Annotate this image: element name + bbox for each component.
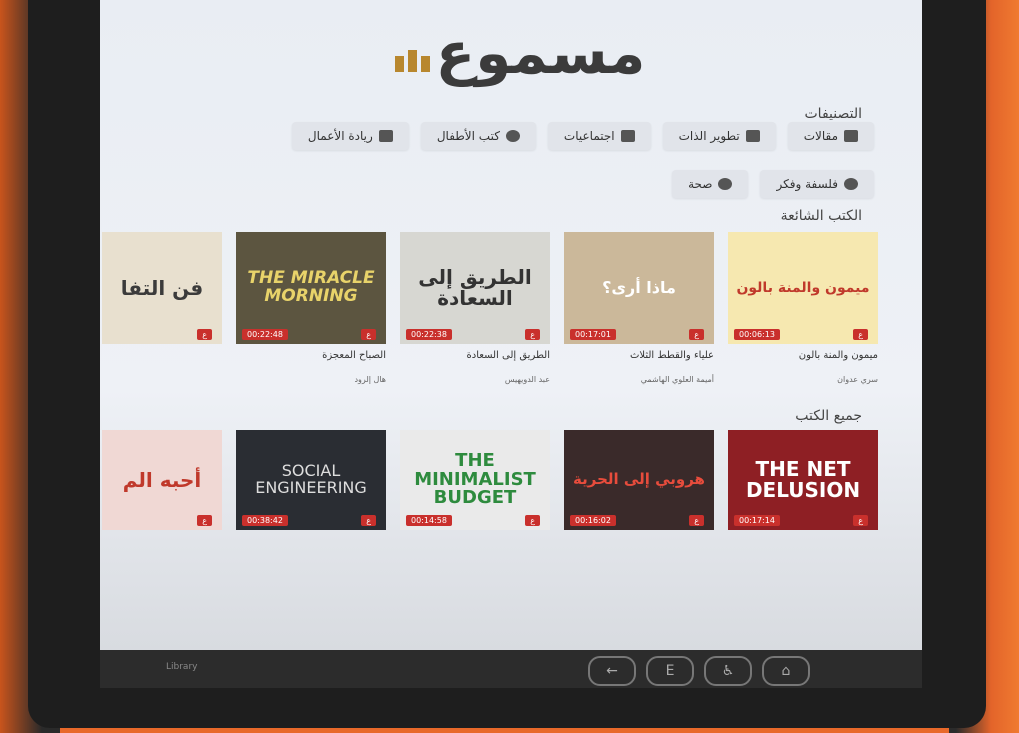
- book-card[interactable]: ماذا أرى؟ 00:17:01 ع علياء والقطط الثلاث…: [564, 232, 714, 384]
- book-cover[interactable]: SOCIAL ENGINEERING 00:38:42 ع: [236, 430, 386, 530]
- lang-badge: ع: [689, 515, 704, 526]
- book-card[interactable]: THE MINIMALIST BUDGET 00:14:58 ع: [400, 430, 550, 530]
- category-children[interactable]: كتب الأطفال: [420, 122, 536, 150]
- categories-title: التصنيفات: [804, 106, 863, 122]
- book-cover[interactable]: THE MINIMALIST BUDGET 00:14:58 ع: [400, 430, 550, 530]
- lang-badge: ع: [361, 329, 376, 340]
- category-philosophy[interactable]: فلسفة وفكر: [760, 170, 874, 198]
- popular-books-row: ميمون والمنة بالون 00:06:13 ع ميمون والم…: [102, 232, 878, 384]
- lang-badge: ع: [197, 515, 212, 526]
- duration-badge: 00:38:42: [242, 515, 288, 526]
- lang-badge: ع: [525, 329, 540, 340]
- duration-badge: 00:14:58: [406, 515, 452, 526]
- duration-badge: 00:17:01: [570, 329, 616, 340]
- book-card[interactable]: أحبه الم ع: [102, 430, 222, 530]
- category-articles[interactable]: مقالات: [787, 122, 874, 150]
- duration-badge: 00:22:38: [406, 329, 452, 340]
- duration-badge: 00:22:48: [242, 329, 288, 340]
- book-card[interactable]: هروبي إلى الحرية 00:16:02 ع: [564, 430, 714, 530]
- lang-badge: ع: [361, 515, 376, 526]
- category-list: مقالات تطوير الذات اجتماعيات كتب الأطفال…: [154, 122, 874, 198]
- lang-badge: ع: [689, 329, 704, 340]
- home-button[interactable]: ⌂: [762, 656, 810, 686]
- category-self-development[interactable]: تطوير الذات: [662, 122, 776, 150]
- book-cover[interactable]: THE NET DELUSION 00:17:14 ع: [728, 430, 878, 530]
- book-card[interactable]: THE MIRACLE MORNING 00:22:48 ع الصباح ال…: [236, 232, 386, 384]
- book-title: علياء والقطط الثلاث: [629, 350, 714, 361]
- health-icon: [718, 178, 733, 190]
- duration-badge: 00:06:13: [734, 329, 780, 340]
- book-card[interactable]: ميمون والمنة بالون 00:06:13 ع ميمون والم…: [728, 232, 878, 384]
- book-title: الصباح المعجزة: [322, 350, 386, 361]
- kiosk-screen: مسموع التصنيفات مقالات تطوير الذات اجتما…: [100, 0, 922, 650]
- kiosk-nav-bar: Library ← E ♿ ⌂: [100, 650, 922, 688]
- book-cover[interactable]: THE MIRACLE MORNING 00:22:48 ع: [236, 232, 386, 344]
- language-button[interactable]: E: [646, 656, 694, 686]
- trophy-icon: [745, 130, 760, 142]
- book-card[interactable]: SOCIAL ENGINEERING 00:38:42 ع: [236, 430, 386, 530]
- book-author: هال إلرود: [354, 375, 386, 384]
- lang-badge: ع: [853, 329, 868, 340]
- book-title: ميمون والمنة بالون: [798, 350, 878, 361]
- duration-badge: 00:16:02: [570, 515, 616, 526]
- all-books-title: جميع الكتب: [795, 408, 862, 424]
- category-health[interactable]: صحة: [672, 170, 749, 198]
- all-books-row: THE NET DELUSION 00:17:14 ع هروبي إلى ال…: [102, 430, 878, 530]
- book-cover[interactable]: هروبي إلى الحرية 00:16:02 ع: [564, 430, 714, 530]
- duration-badge: 00:17:14: [734, 515, 780, 526]
- book-cover[interactable]: ميمون والمنة بالون 00:06:13 ع: [728, 232, 878, 344]
- lang-badge: ع: [197, 329, 212, 340]
- child-icon: [505, 130, 520, 142]
- category-entrepreneurship[interactable]: ريادة الأعمال: [291, 122, 409, 150]
- article-icon: [844, 130, 858, 142]
- book-title: الطريق إلى السعادة: [466, 350, 551, 361]
- lang-badge: ع: [853, 515, 868, 526]
- book-author: عبد الدويهيس: [504, 375, 550, 384]
- logo-text: مسموع: [435, 19, 646, 87]
- category-social[interactable]: اجتماعيات: [547, 122, 651, 150]
- people-icon: [378, 130, 393, 142]
- book-card[interactable]: الطريق إلى السعادة 00:22:38 ع الطريق إلى…: [400, 232, 550, 384]
- book-author: أميمة العلوي الهاشمي: [640, 375, 714, 384]
- app-logo: مسموع: [340, 18, 700, 88]
- popular-books-title: الكتب الشائعة: [780, 208, 862, 224]
- chat-icon: [620, 130, 635, 142]
- accessibility-button[interactable]: ♿: [704, 656, 752, 686]
- book-card[interactable]: THE NET DELUSION 00:17:14 ع: [728, 430, 878, 530]
- back-button[interactable]: ←: [588, 656, 636, 686]
- book-cover[interactable]: فن التفا ع: [102, 232, 222, 344]
- book-author: سري عدوان: [837, 375, 878, 384]
- book-cover[interactable]: أحبه الم ع: [102, 430, 222, 530]
- logo-bars-icon: [394, 34, 430, 72]
- book-cover[interactable]: الطريق إلى السعادة 00:22:38 ع: [400, 232, 550, 344]
- book-cover[interactable]: ماذا أرى؟ 00:17:01 ع: [564, 232, 714, 344]
- book-card[interactable]: فن التفا ع: [102, 232, 222, 384]
- brain-icon: [844, 178, 858, 190]
- library-brand: Library: [166, 662, 198, 672]
- lang-badge: ع: [525, 515, 540, 526]
